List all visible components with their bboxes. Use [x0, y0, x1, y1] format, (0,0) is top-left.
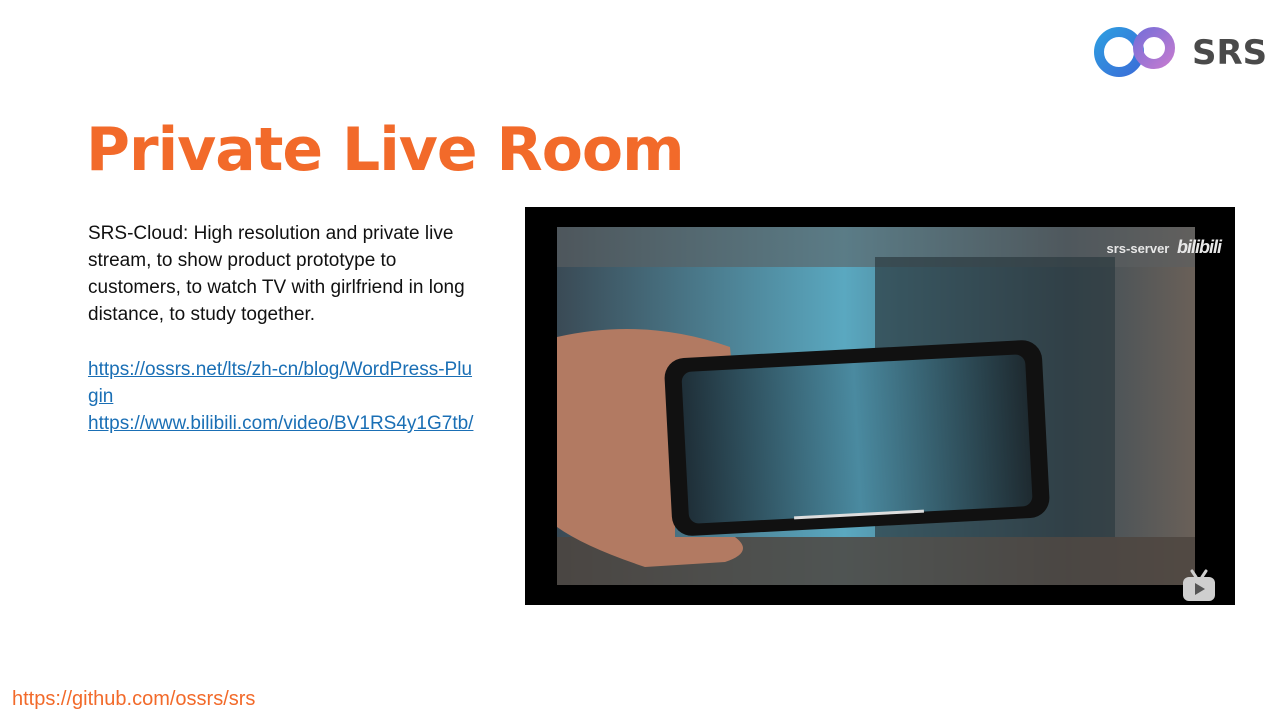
watermark-brand: bilibili: [1177, 237, 1222, 257]
play-tv-icon[interactable]: [1181, 569, 1217, 603]
logo-text: SRS: [1192, 33, 1267, 73]
description-text: SRS-Cloud: High resolution and private l…: [88, 223, 465, 325]
video-player[interactable]: srs-server bilibili: [525, 207, 1235, 605]
infinity-logo-icon: [1094, 27, 1175, 77]
video-frame: [557, 227, 1195, 585]
wordpress-plugin-link[interactable]: https://ossrs.net/lts/zh-cn/blog/WordPre…: [88, 356, 478, 410]
link-list: https://ossrs.net/lts/zh-cn/blog/WordPre…: [88, 356, 478, 437]
footer-url[interactable]: https://github.com/ossrs/srs: [12, 688, 255, 711]
slide-title: Private Live Room: [86, 115, 685, 185]
srs-logo: SRS: [1092, 22, 1268, 82]
video-watermark: srs-server bilibili: [1106, 237, 1222, 258]
watermark-text: srs-server: [1106, 241, 1170, 256]
slide: SRS Private Live Room SRS-Cloud: High re…: [0, 0, 1280, 720]
bilibili-video-link[interactable]: https://www.bilibili.com/video/BV1RS4y1G…: [88, 410, 478, 437]
